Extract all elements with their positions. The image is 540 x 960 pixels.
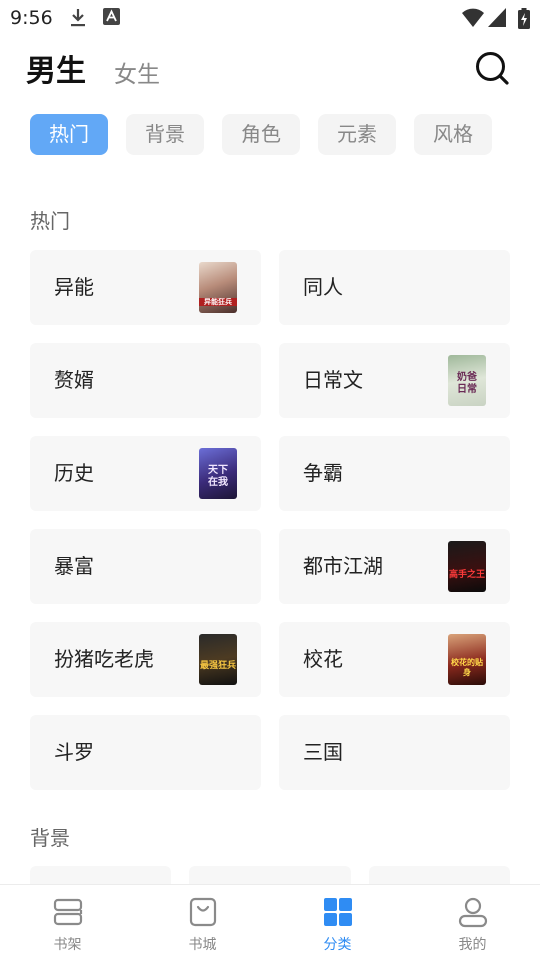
search-icon[interactable] <box>474 50 510 86</box>
category-card-douluo[interactable]: 斗罗 <box>30 715 261 790</box>
book-cover-image: 奶爸日常 <box>448 355 486 406</box>
category-card-baofu[interactable]: 暴富 <box>30 529 261 604</box>
filter-chip-element[interactable]: 元素 <box>318 114 396 155</box>
category-label: 扮猪吃老虎 <box>54 647 154 671</box>
filter-chip-role[interactable]: 角色 <box>222 114 300 155</box>
category-label: 历史 <box>54 461 94 485</box>
nav-label: 书架 <box>53 937 82 953</box>
book-cover-image: 高手之王 <box>448 541 486 592</box>
nav-label: 我的 <box>458 937 487 953</box>
category-label: 日常文 <box>303 368 363 392</box>
download-icon <box>71 9 85 27</box>
nav-item-category[interactable]: 分类 <box>270 885 405 960</box>
cover-title-art: 天下在我 <box>208 465 228 488</box>
cover-title-art: 校花的贴身 <box>451 658 483 677</box>
section-title-background: 背景 <box>30 826 70 850</box>
category-grid-icon <box>323 898 352 926</box>
category-label: 赘婿 <box>54 368 94 392</box>
bookshelf-icon <box>53 898 82 926</box>
category-label: 都市江湖 <box>303 554 383 578</box>
nav-item-profile[interactable]: 我的 <box>405 885 540 960</box>
category-card-xiaohua[interactable]: 校花 校花的贴身 <box>279 622 510 697</box>
nav-label: 分类 <box>323 937 352 953</box>
category-card-zhengba[interactable]: 争霸 <box>279 436 510 511</box>
category-card-lishi[interactable]: 历史 天下在我 <box>30 436 261 511</box>
battery-icon <box>518 8 530 29</box>
category-label: 三国 <box>303 740 343 764</box>
nav-item-bookshelf[interactable]: 书架 <box>0 885 135 960</box>
category-card-sanguo[interactable]: 三国 <box>279 715 510 790</box>
category-label: 斗罗 <box>54 740 94 764</box>
category-card-dushijianghu[interactable]: 都市江湖 高手之王 <box>279 529 510 604</box>
bookstore-bag-icon <box>189 897 216 927</box>
category-label: 校花 <box>303 647 343 671</box>
profile-icon <box>458 897 487 928</box>
filter-chip-style[interactable]: 风格 <box>414 114 492 155</box>
cover-title-art: 奶爸日常 <box>457 372 477 395</box>
status-time: 9:56 <box>10 7 53 29</box>
category-card-zhuixu[interactable]: 赘婿 <box>30 343 261 418</box>
category-label: 异能 <box>54 275 94 299</box>
category-card-banzhuchilaohu[interactable]: 扮猪吃老虎 最强狂兵 <box>30 622 261 697</box>
nav-label: 书城 <box>188 937 217 953</box>
wifi-icon <box>462 8 484 27</box>
cover-title-art: 异能狂兵 <box>199 298 237 306</box>
book-cover-image: 最强狂兵 <box>199 634 237 685</box>
category-card-tongren[interactable]: 同人 <box>279 250 510 325</box>
category-card-yineng[interactable]: 异能 异能狂兵 <box>30 250 261 325</box>
app-notification-icon <box>103 8 120 25</box>
tab-female[interactable]: 女生 <box>114 55 160 89</box>
section-title-hot: 热门 <box>30 209 70 233</box>
tab-male[interactable]: 男生 <box>26 46 86 90</box>
filter-chip-background[interactable]: 背景 <box>126 114 204 155</box>
signal-icon <box>488 8 506 27</box>
status-bar: 9:56 <box>0 0 540 36</box>
category-label: 暴富 <box>54 554 94 578</box>
book-cover-image: 异能狂兵 <box>199 262 237 313</box>
cover-title-art: 高手之王 <box>448 570 485 580</box>
nav-item-bookstore[interactable]: 书城 <box>135 885 270 960</box>
category-label: 争霸 <box>303 461 343 485</box>
bottom-navigation: 书架 书城 分类 我的 <box>0 884 540 960</box>
cover-title-art: 最强狂兵 <box>199 661 236 671</box>
category-label: 同人 <box>303 275 343 299</box>
category-card-richangwen[interactable]: 日常文 奶爸日常 <box>279 343 510 418</box>
filter-chip-hot[interactable]: 热门 <box>30 114 108 155</box>
book-cover-image: 天下在我 <box>199 448 237 499</box>
book-cover-image: 校花的贴身 <box>448 634 486 685</box>
